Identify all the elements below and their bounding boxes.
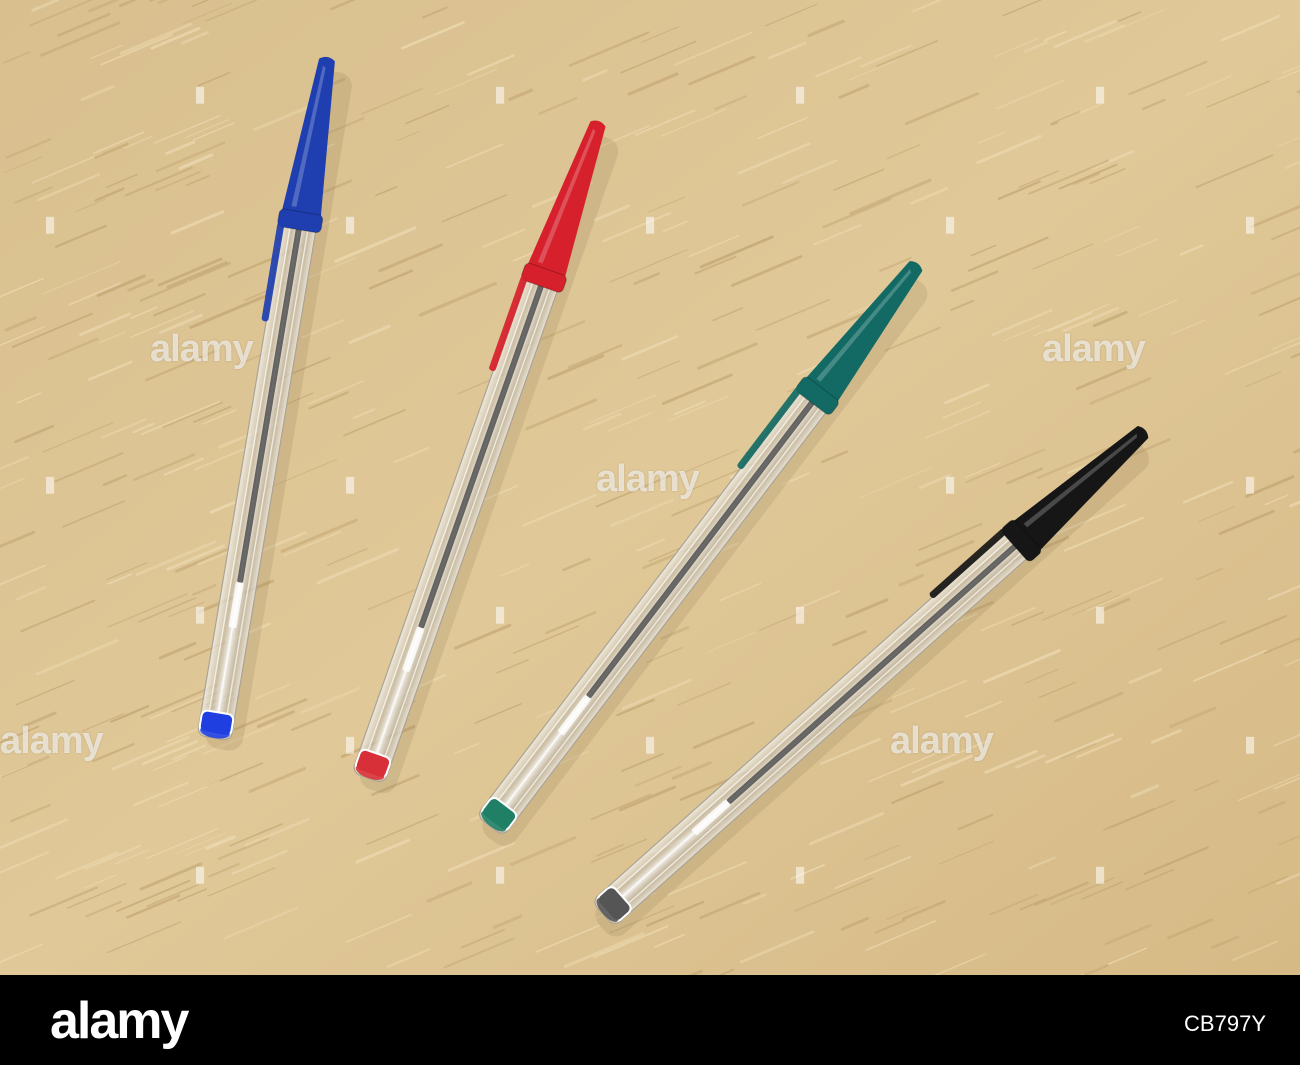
pens-scene (0, 0, 1300, 975)
alamy-logo[interactable]: alamy (50, 991, 189, 1051)
stock-photo: alamy alamy alamy alamy alamy ▮ ▮ ▮ ▮ ▮ … (0, 0, 1300, 975)
footer-bar: alamy CB797Y (0, 975, 1300, 1065)
image-id: CB797Y (1184, 1011, 1266, 1036)
